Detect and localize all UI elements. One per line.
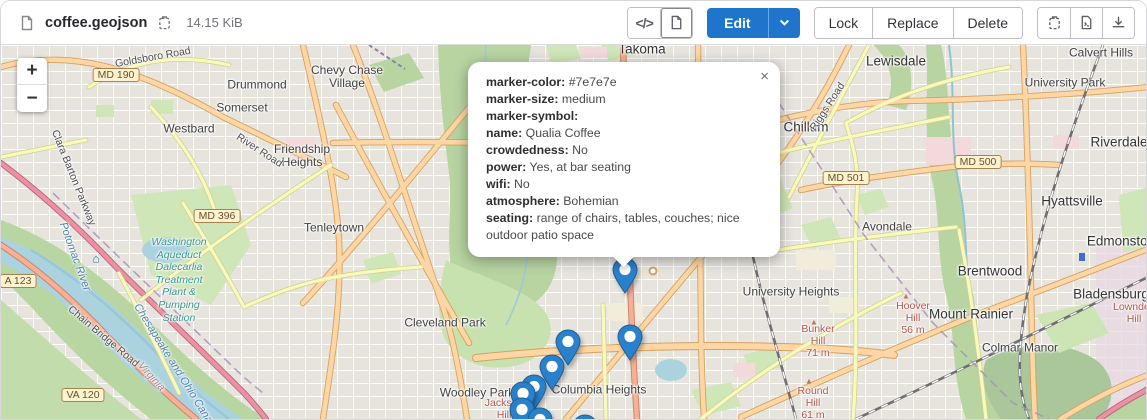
edit-split-button: Edit bbox=[707, 8, 799, 38]
chevron-down-icon bbox=[779, 17, 790, 28]
map-marker[interactable] bbox=[527, 407, 553, 419]
feature-popup: × marker-color: #7e7e7emarker-size: medi… bbox=[468, 62, 780, 257]
raw-file-icon bbox=[1079, 15, 1094, 30]
download-icon bbox=[1111, 15, 1126, 30]
feature-property: marker-size: medium bbox=[486, 91, 762, 108]
open-raw-button[interactable] bbox=[1070, 8, 1102, 38]
feature-property: atmosphere: Bohemian bbox=[486, 193, 762, 210]
feature-property: marker-color: #7e7e7e bbox=[486, 74, 762, 91]
document-icon bbox=[669, 15, 684, 30]
feature-properties: marker-color: #7e7e7emarker-size: medium… bbox=[486, 74, 762, 244]
file-icon bbox=[17, 13, 37, 33]
lock-button[interactable]: Lock bbox=[815, 8, 873, 38]
geojson-map[interactable]: .rb{stroke:#6f6f6f;stroke-width:2.6;fill… bbox=[1, 45, 1146, 419]
feature-property: seating: range of chairs, tables, couche… bbox=[486, 210, 762, 244]
feature-property: wifi: No bbox=[486, 176, 762, 193]
display-rendered-file-button[interactable] bbox=[660, 8, 692, 38]
display-source-button[interactable]: </> bbox=[628, 8, 660, 38]
file-actions-group: Lock Replace Delete bbox=[814, 7, 1023, 39]
file-tools-group bbox=[1037, 7, 1135, 39]
feature-property: marker-symbol: bbox=[486, 108, 762, 125]
edit-dropdown-toggle[interactable] bbox=[768, 8, 800, 38]
zoom-in-button[interactable]: + bbox=[17, 58, 47, 85]
zoom-control: + − bbox=[17, 58, 47, 112]
file-size: 14.15 KiB bbox=[186, 15, 242, 30]
clipboard-icon bbox=[1047, 15, 1062, 30]
map-marker[interactable] bbox=[617, 324, 643, 362]
file-name: coffee.geojson bbox=[45, 15, 147, 31]
edit-button[interactable]: Edit bbox=[707, 8, 767, 38]
download-button[interactable] bbox=[1102, 8, 1134, 38]
delete-button[interactable]: Delete bbox=[953, 8, 1022, 38]
feature-property: power: Yes, at bar seating bbox=[486, 159, 762, 176]
roundabout bbox=[650, 268, 657, 275]
view-toggle-group: </> bbox=[627, 7, 693, 39]
popup-close-button[interactable]: × bbox=[758, 67, 771, 86]
replace-button[interactable]: Replace bbox=[872, 8, 952, 38]
file-viewer-card: coffee.geojson 14.15 KiB </> Edit Lock bbox=[0, 0, 1147, 420]
copy-file-path-button[interactable] bbox=[155, 13, 174, 32]
copy-contents-button[interactable] bbox=[1038, 8, 1070, 38]
map-marker[interactable] bbox=[572, 414, 598, 419]
feature-property: name: Qualia Coffee bbox=[486, 125, 762, 142]
zoom-out-button[interactable]: − bbox=[17, 85, 47, 112]
file-header: coffee.geojson 14.15 KiB </> Edit Lock bbox=[1, 1, 1146, 45]
feature-property: crowdedness: No bbox=[486, 142, 762, 159]
